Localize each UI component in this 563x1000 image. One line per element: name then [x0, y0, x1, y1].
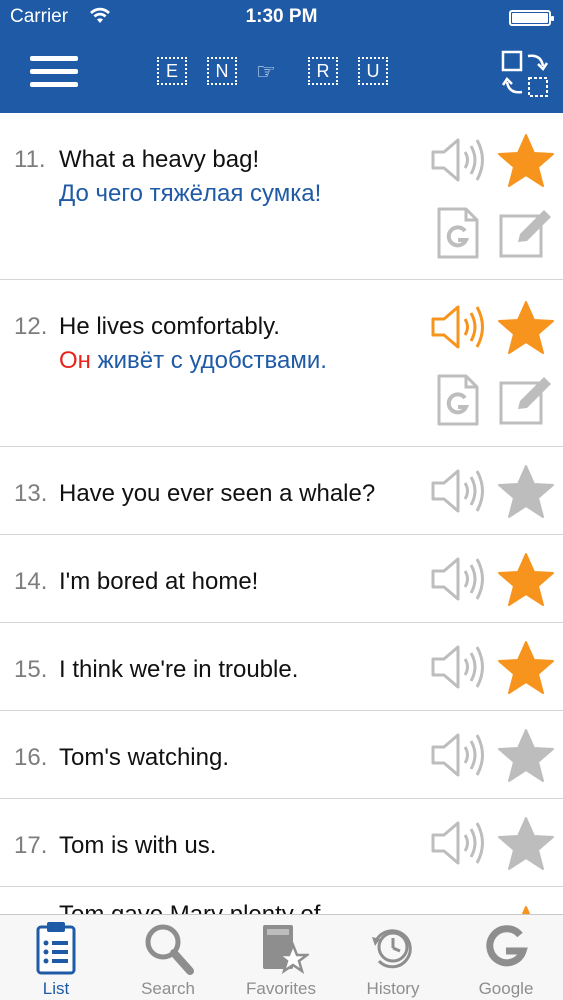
favorite-star-icon[interactable]: [497, 816, 555, 872]
speaker-icon[interactable]: [430, 556, 488, 602]
pointing-hand-icon: ☞: [256, 59, 276, 84]
tab-search[interactable]: Search: [112, 915, 224, 1000]
phrase-english: Tom is with us.: [59, 832, 217, 859]
favorite-star-icon[interactable]: [497, 300, 555, 356]
phrase-english: He lives comfortably.: [59, 313, 280, 340]
menu-line: [30, 56, 78, 61]
speaker-icon[interactable]: [430, 468, 488, 514]
tab-list-label: List: [42, 979, 70, 998]
status-time: 1:30 PM: [245, 6, 318, 27]
tab-favorites[interactable]: Favorites: [225, 915, 337, 1000]
tab-history-label: History: [366, 979, 420, 998]
swap-languages-icon[interactable]: [501, 50, 549, 98]
phrase-row-partial[interactable]: Tom gave Mary plenty of: [0, 887, 563, 915]
lang-letter-n: N: [207, 57, 237, 85]
phrase-translation: Он живёт с удобствами.: [59, 347, 327, 374]
phrase-number: 13.: [14, 480, 48, 507]
speaker-icon[interactable]: [430, 820, 488, 866]
phrase-row[interactable]: 15. I think we're in trouble.: [0, 623, 563, 711]
phrase-number: 17.: [14, 832, 48, 859]
menu-line: [30, 82, 78, 87]
phrase-english: Tom gave Mary plenty of: [59, 901, 321, 915]
phrase-list[interactable]: 11. What a heavy bag! До чего тяжёлая сумк…: [0, 113, 563, 915]
phrase-row[interactable]: 11. What a heavy bag! До чего тяжёлая сумк…: [0, 113, 563, 280]
phrase-number: 12.: [14, 313, 48, 340]
clipboard-list-icon: [36, 922, 76, 975]
favorite-star-icon[interactable]: [497, 464, 555, 520]
phrase-translation: До чего тяжёлая сумка!: [59, 180, 322, 207]
edit-icon[interactable]: [498, 206, 554, 260]
lang-letter-r: R: [308, 57, 338, 85]
phrase-number: 14.: [14, 568, 48, 595]
app-header: Carrier 1:30 PM E N ☞ R U: [0, 0, 563, 113]
speaker-icon[interactable]: [430, 644, 488, 690]
language-direction[interactable]: E N ☞ R U: [157, 57, 389, 87]
favorite-star-icon[interactable]: [497, 640, 555, 696]
phrase-number: 15.: [14, 656, 48, 683]
phrase-row[interactable]: 17. Tom is with us.: [0, 799, 563, 887]
book-star-icon: [263, 925, 309, 974]
clock-icon: [372, 929, 412, 969]
status-bar: Carrier 1:30 PM: [0, 0, 563, 36]
phrase-english: Have you ever seen a whale?: [59, 480, 376, 507]
phrase-number: 11.: [14, 146, 46, 173]
phrase-row[interactable]: 13. Have you ever seen a whale?: [0, 447, 563, 535]
tab-favorites-label: Favorites: [246, 979, 316, 998]
tab-bar: List Search Favorites History Google: [0, 914, 563, 1000]
google-translate-doc-icon[interactable]: [436, 206, 480, 260]
menu-line: [30, 69, 78, 74]
speaker-icon[interactable]: [430, 732, 488, 778]
phrase-number: 16.: [14, 744, 48, 771]
phrase-row[interactable]: 16. Tom's watching.: [0, 711, 563, 799]
tab-list[interactable]: List: [0, 915, 112, 1000]
menu-button[interactable]: [30, 56, 78, 92]
phrase-row[interactable]: 12. He lives comfortably. Он живёт с удобс…: [0, 280, 563, 447]
translation-highlight: Он: [59, 347, 91, 374]
phrase-english: I think we're in trouble.: [59, 656, 299, 683]
phrase-english: Tom's watching.: [59, 744, 229, 771]
favorite-star-icon[interactable]: [497, 552, 555, 608]
battery-icon: [509, 10, 554, 26]
tab-google[interactable]: Google: [450, 915, 562, 1000]
lang-letter-e: E: [157, 57, 187, 85]
phrase-english: What a heavy bag!: [59, 146, 260, 173]
google-g-icon: [486, 925, 528, 967]
favorite-star-icon[interactable]: [497, 728, 555, 784]
speaker-icon[interactable]: [430, 137, 488, 183]
phrase-row[interactable]: 14. I'm bored at home!: [0, 535, 563, 623]
tab-history[interactable]: History: [337, 915, 449, 1000]
tab-google-label: Google: [478, 979, 534, 998]
lang-letter-u: U: [358, 57, 388, 85]
edit-icon[interactable]: [498, 373, 554, 427]
tab-search-label: Search: [141, 979, 195, 998]
phrase-english: I'm bored at home!: [59, 568, 259, 595]
google-translate-doc-icon[interactable]: [436, 373, 480, 427]
favorite-star-icon[interactable]: [497, 133, 555, 189]
magnifier-icon: [145, 924, 194, 975]
speaker-icon[interactable]: [430, 304, 488, 350]
